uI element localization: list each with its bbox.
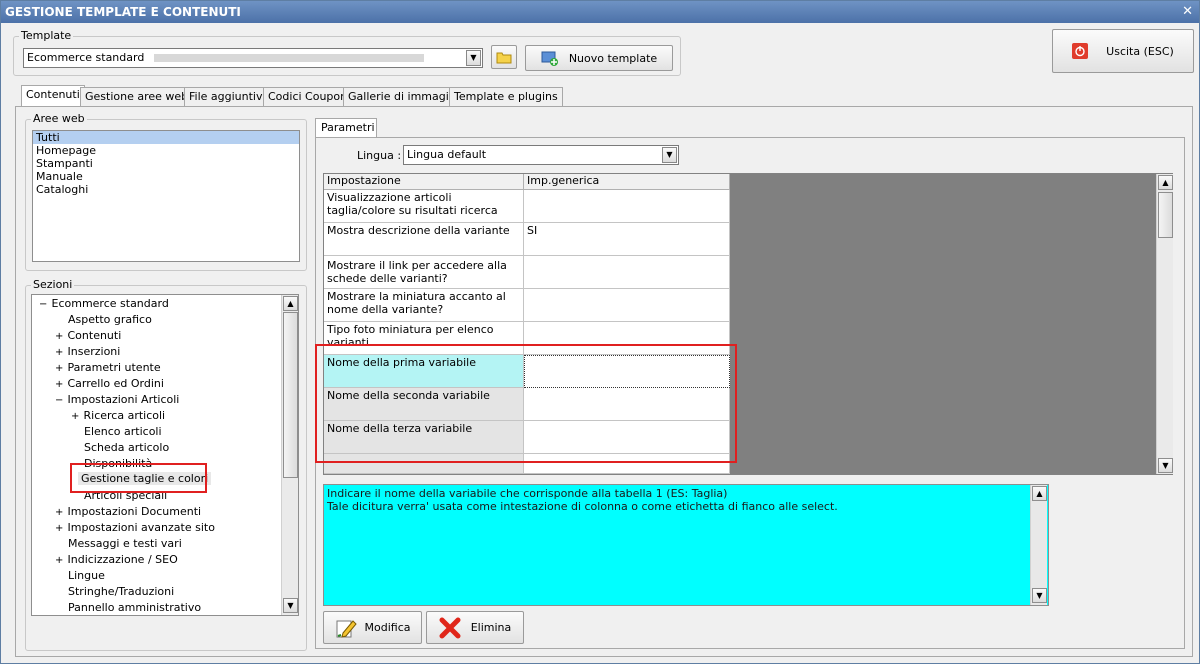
list-item[interactable]: Manuale bbox=[33, 170, 299, 183]
table-cell[interactable] bbox=[524, 289, 730, 322]
open-folder-button[interactable] bbox=[491, 45, 517, 69]
window-title: GESTIONE TEMPLATE E CONTENUTI bbox=[5, 5, 241, 19]
list-item[interactable]: Tutti bbox=[33, 131, 299, 144]
tree-node[interactable]: + Ricerca articoli bbox=[68, 409, 165, 422]
table-cell[interactable]: SI bbox=[524, 223, 730, 256]
tree-node[interactable]: Stringhe/Traduzioni bbox=[65, 585, 174, 598]
tree-node[interactable]: + Impostazioni avanzate sito bbox=[52, 521, 215, 534]
new-template-button[interactable]: Nuovo template bbox=[525, 45, 673, 71]
lingua-combo-value: Lingua default bbox=[407, 148, 487, 161]
tree-node[interactable]: − Ecommerce standard bbox=[36, 297, 169, 310]
template-combo[interactable]: Ecommerce standard ▼ bbox=[23, 48, 483, 68]
table-cell[interactable] bbox=[524, 190, 730, 223]
modifica-label: Modifica bbox=[364, 621, 411, 634]
tree-node[interactable]: Aspetto grafico bbox=[65, 313, 152, 326]
elimina-label: Elimina bbox=[470, 621, 512, 634]
lingua-combo[interactable]: Lingua default ▼ bbox=[403, 145, 679, 165]
highlight-box bbox=[315, 344, 737, 463]
tree-node[interactable]: Pannello amministrativo bbox=[65, 601, 201, 614]
list-item[interactable]: Cataloghi bbox=[33, 183, 299, 196]
scroll-down-icon[interactable]: ▼ bbox=[1158, 458, 1173, 473]
tree-node[interactable]: Messaggi e testi vari bbox=[65, 537, 182, 550]
tab-parametri[interactable]: Parametri bbox=[315, 118, 377, 138]
table-cell[interactable] bbox=[524, 256, 730, 289]
template-legend: Template bbox=[19, 29, 74, 42]
lingua-label: Lingua : bbox=[357, 149, 402, 162]
exit-label: Uscita (ESC) bbox=[1106, 44, 1174, 58]
tree-node[interactable]: + Parametri utente bbox=[52, 361, 161, 374]
description-scrollbar[interactable]: ▲ ▼ bbox=[1030, 485, 1047, 605]
elimina-button[interactable]: Elimina bbox=[426, 611, 524, 644]
grid-scrollbar[interactable]: ▲ ▼ bbox=[1156, 174, 1173, 474]
table-row[interactable]: Mostrare la miniatura accanto al nome de… bbox=[324, 289, 524, 322]
tree-node[interactable]: + Inserzioni bbox=[52, 345, 120, 358]
tab-file-aggiuntivi[interactable]: File aggiuntivi bbox=[184, 87, 271, 107]
tree-node[interactable]: Lingue bbox=[65, 569, 105, 582]
title-bar: GESTIONE TEMPLATE E CONTENUTI ✕ bbox=[1, 1, 1199, 23]
exit-button[interactable]: Uscita (ESC) bbox=[1052, 29, 1194, 73]
sezioni-legend: Sezioni bbox=[31, 278, 75, 291]
delete-icon bbox=[439, 617, 461, 638]
main-window: GESTIONE TEMPLATE E CONTENUTI ✕ Template… bbox=[0, 0, 1200, 664]
list-item[interactable]: Stampanti bbox=[33, 157, 299, 170]
tab-contenuti[interactable]: Contenuti bbox=[21, 85, 85, 107]
scroll-up-icon[interactable]: ▲ bbox=[1158, 175, 1173, 190]
tab-template-plugins[interactable]: Template e plugins bbox=[449, 87, 563, 107]
scroll-up-icon[interactable]: ▲ bbox=[283, 296, 298, 311]
list-item[interactable]: Homepage bbox=[33, 144, 299, 157]
modifica-button[interactable]: Modifica bbox=[323, 611, 422, 644]
sezioni-tree: − Ecommerce standard Aspetto grafico + C… bbox=[31, 294, 299, 616]
scroll-thumb[interactable] bbox=[1158, 192, 1173, 238]
sezioni-scrollbar[interactable]: ▲ ▼ bbox=[281, 295, 298, 615]
new-template-label: Nuovo template bbox=[568, 51, 658, 65]
scroll-thumb[interactable] bbox=[283, 312, 298, 478]
blurred-text bbox=[153, 54, 424, 62]
tree-node[interactable]: + Carrello ed Ordini bbox=[52, 377, 164, 390]
table-row[interactable]: Mostra descrizione della variante bbox=[324, 223, 524, 256]
close-icon[interactable]: ✕ bbox=[1182, 1, 1193, 23]
scroll-up-icon[interactable]: ▲ bbox=[1032, 486, 1047, 501]
tree-node[interactable]: − Impostazioni Articoli bbox=[52, 393, 179, 406]
add-template-icon bbox=[541, 51, 558, 66]
chevron-down-icon[interactable]: ▼ bbox=[466, 50, 481, 66]
description-text: Indicare il nome della variabile che cor… bbox=[323, 484, 1049, 606]
scroll-down-icon[interactable]: ▼ bbox=[1032, 588, 1047, 603]
tab-gallerie-immagini[interactable]: Gallerie di immagini bbox=[343, 87, 464, 107]
tree-node[interactable]: + Impostazioni Documenti bbox=[52, 505, 201, 518]
table-row[interactable]: Visualizzazione articoli taglia/colore s… bbox=[324, 190, 524, 223]
aree-web-list: Tutti Homepage Stampanti Manuale Catalog… bbox=[32, 130, 300, 262]
chevron-down-icon[interactable]: ▼ bbox=[662, 147, 677, 163]
tab-codici-coupon[interactable]: Codici Coupon bbox=[263, 87, 353, 107]
edit-icon bbox=[336, 619, 357, 638]
tree-node[interactable]: Elenco articoli bbox=[81, 425, 162, 438]
scroll-down-icon[interactable]: ▼ bbox=[283, 598, 298, 613]
tree-node[interactable]: Scheda articolo bbox=[81, 441, 169, 454]
tree-node[interactable]: + Indicizzazione / SEO bbox=[52, 553, 178, 566]
tree-node[interactable]: + Contenuti bbox=[52, 329, 121, 342]
template-combo-value: Ecommerce standard bbox=[27, 51, 145, 64]
table-row[interactable]: Mostrare il link per accedere alla sched… bbox=[324, 256, 524, 289]
aree-web-legend: Aree web bbox=[31, 112, 87, 125]
column-header[interactable]: Imp.generica bbox=[524, 174, 730, 190]
tab-gestione-aree-web[interactable]: Gestione aree web bbox=[80, 87, 194, 107]
column-header[interactable]: Impostazione bbox=[324, 174, 524, 190]
folder-icon bbox=[496, 52, 512, 64]
highlight-box bbox=[70, 463, 207, 493]
power-icon bbox=[1072, 43, 1089, 59]
